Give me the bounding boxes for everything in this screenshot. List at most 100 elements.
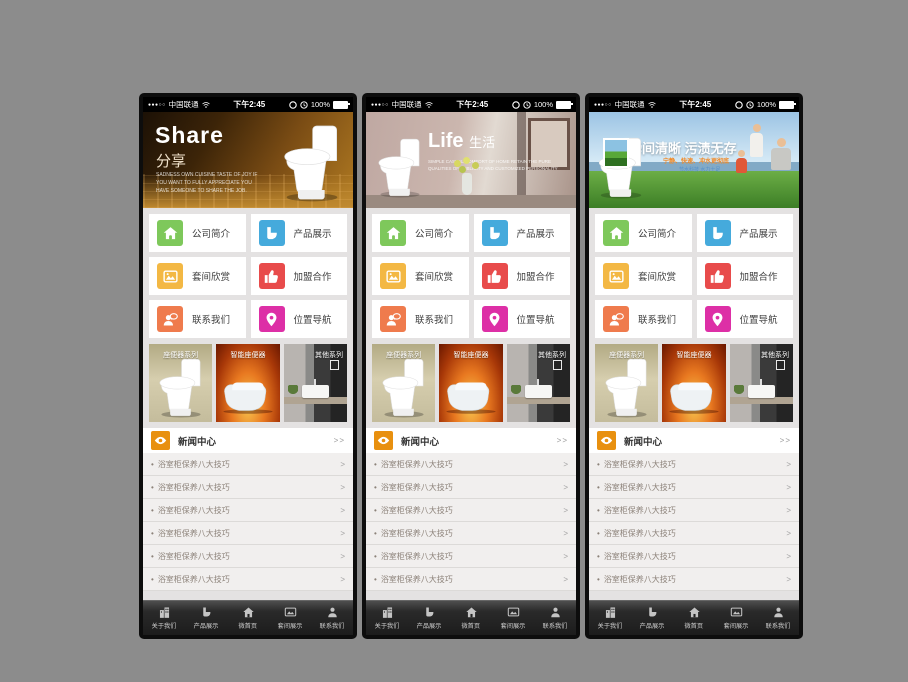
menu-item-products[interactable]: 产品展示 xyxy=(251,214,348,252)
eye-icon xyxy=(151,431,170,450)
phone-1: ●●●○○ 中国联通 下午2:45 100% Share 分享 SADNESS … xyxy=(139,93,357,639)
product-carousel: 座便器系列 智能座便器 其他系列 xyxy=(366,344,576,428)
news-item[interactable]: •浴室柜保养八大技巧> xyxy=(589,499,799,522)
tab-about-us[interactable]: 关于我们 xyxy=(589,601,631,635)
tab-products[interactable]: 产品展示 xyxy=(185,601,227,635)
carousel-label: 座便器系列 xyxy=(149,350,212,360)
tab-label: 联系我们 xyxy=(320,620,345,630)
phone-2-screen: ●●●○○ 中国联通 下午2:45 100% Life 生活 SIMPLE CA… xyxy=(366,97,576,635)
news-item[interactable]: •浴室柜保养八大技巧> xyxy=(143,476,353,499)
tab-contact-us[interactable]: 联系我们 xyxy=(311,601,353,635)
news-item-title: 浴室柜保养八大技巧 xyxy=(158,551,341,562)
news-header-title: 新闻中心 xyxy=(401,434,549,448)
plant-image xyxy=(511,385,521,397)
news-item-title: 浴室柜保养八大技巧 xyxy=(381,482,564,493)
news-item[interactable]: •浴室柜保养八大技巧> xyxy=(589,545,799,568)
tab-suite-gallery[interactable]: 套间展示 xyxy=(492,601,534,635)
tab-contact-us[interactable]: 联系我们 xyxy=(757,601,799,635)
status-bar: ●●●○○ 中国联通 下午2:45 100% xyxy=(589,97,799,112)
counter-image xyxy=(730,397,793,404)
menu-item-franchise[interactable]: 加盟合作 xyxy=(697,257,794,295)
phone-mockup-row: ●●●○○ 中国联通 下午2:45 100% Share 分享 SADNESS … xyxy=(139,93,803,639)
news-item[interactable]: •浴室柜保养八大技巧> xyxy=(366,499,576,522)
news-more-link[interactable]: >> xyxy=(780,436,791,445)
phone-3-screen: ●●●○○ 中国联通 下午2:45 100% 瞬间清晰 污渍无存 宁静、快速、冲… xyxy=(589,97,799,635)
tab-micro-home[interactable]: 微首页 xyxy=(227,601,269,635)
carousel-item-toilet-series[interactable]: 座便器系列 xyxy=(149,344,212,422)
bottom-tab-bar: 关于我们 产品展示 微首页 套间展示 联系我们 xyxy=(589,600,799,635)
carousel-item-smart-toilet[interactable]: 智能座便器 xyxy=(662,344,725,422)
smart-toilet-image xyxy=(443,380,499,414)
carousel-item-toilet-series[interactable]: 座便器系列 xyxy=(595,344,658,422)
menu-item-company-profile[interactable]: 公司简介 xyxy=(149,214,246,252)
carousel-item-toilet-series[interactable]: 座便器系列 xyxy=(372,344,435,422)
menu-item-company-profile[interactable]: 公司简介 xyxy=(372,214,469,252)
menu-item-suites[interactable]: 套间欣赏 xyxy=(149,257,246,295)
carousel-label: 智能座便器 xyxy=(662,350,725,360)
news-item[interactable]: •浴室柜保养八大技巧> xyxy=(143,545,353,568)
tab-micro-home[interactable]: 微首页 xyxy=(450,601,492,635)
menu-item-suites[interactable]: 套间欣赏 xyxy=(372,257,469,295)
news-item[interactable]: •浴室柜保养八大技巧> xyxy=(589,568,799,591)
news-item[interactable]: •浴室柜保养八大技巧> xyxy=(366,568,576,591)
menu-item-navigation[interactable]: 位置导航 xyxy=(474,300,571,338)
phone-2: ●●●○○ 中国联通 下午2:45 100% Life 生活 SIMPLE CA… xyxy=(362,93,580,639)
menu-item-products[interactable]: 产品展示 xyxy=(474,214,571,252)
banner-share[interactable]: Share 分享 SADNESS OWN CUISINE TASTE OF JO… xyxy=(143,112,353,208)
news-item[interactable]: •浴室柜保养八大技巧> xyxy=(366,476,576,499)
home-icon xyxy=(603,220,629,246)
news-more-link[interactable]: >> xyxy=(557,436,568,445)
orientation-lock-icon xyxy=(735,101,743,109)
news-item[interactable]: •浴室柜保养八大技巧> xyxy=(589,453,799,476)
news-item[interactable]: •浴室柜保养八大技巧> xyxy=(143,499,353,522)
carousel-item-other-series[interactable]: 其他系列 xyxy=(284,344,347,422)
banner-outdoor[interactable]: 瞬间清晰 污渍无存 宁静、快速、冲水更彻底 节水科技 水力十足 xyxy=(589,112,799,208)
news-more-link[interactable]: >> xyxy=(334,436,345,445)
counter-image xyxy=(507,397,570,404)
carousel-item-other-series[interactable]: 其他系列 xyxy=(507,344,570,422)
news-item[interactable]: •浴室柜保养八大技巧> xyxy=(366,522,576,545)
tab-label: 产品展示 xyxy=(417,620,442,630)
tab-about-us[interactable]: 关于我们 xyxy=(366,601,408,635)
menu-item-franchise[interactable]: 加盟合作 xyxy=(251,257,348,295)
news-item[interactable]: •浴室柜保养八大技巧> xyxy=(589,476,799,499)
menu-item-contact[interactable]: 联系我们 xyxy=(149,300,246,338)
news-item[interactable]: •浴室柜保养八大技巧> xyxy=(143,568,353,591)
tab-products[interactable]: 产品展示 xyxy=(408,601,450,635)
tab-contact-us[interactable]: 联系我们 xyxy=(534,601,576,635)
menu-item-navigation[interactable]: 位置导航 xyxy=(697,300,794,338)
banner-life[interactable]: Life 生活 SIMPLE CASUAL COMFORT OF HOME RE… xyxy=(366,112,576,208)
menu-item-company-profile[interactable]: 公司简介 xyxy=(595,214,692,252)
news-item[interactable]: •浴室柜保养八大技巧> xyxy=(143,453,353,476)
tab-about-us[interactable]: 关于我们 xyxy=(143,601,185,635)
carousel-item-smart-toilet[interactable]: 智能座便器 xyxy=(216,344,279,422)
news-header: 新闻中心 >> xyxy=(143,428,353,453)
building-icon xyxy=(381,606,394,618)
menu-item-contact[interactable]: 联系我们 xyxy=(595,300,692,338)
toilet-icon xyxy=(259,220,285,246)
news-item[interactable]: •浴室柜保养八大技巧> xyxy=(143,522,353,545)
menu-item-franchise[interactable]: 加盟合作 xyxy=(474,257,571,295)
menu-item-navigation[interactable]: 位置导航 xyxy=(251,300,348,338)
menu-item-suites[interactable]: 套间欣赏 xyxy=(595,257,692,295)
toilet-landscape-print xyxy=(603,138,629,168)
news-item[interactable]: •浴室柜保养八大技巧> xyxy=(366,453,576,476)
tab-suite-gallery[interactable]: 套间展示 xyxy=(269,601,311,635)
toilet-icon xyxy=(646,606,659,618)
home-icon xyxy=(688,606,701,618)
series-mark-icon xyxy=(330,360,339,370)
gallery-icon xyxy=(603,263,629,289)
carousel-item-smart-toilet[interactable]: 智能座便器 xyxy=(439,344,502,422)
carousel-label: 其他系列 xyxy=(761,350,793,360)
menu-item-products[interactable]: 产品展示 xyxy=(697,214,794,252)
tab-suite-gallery[interactable]: 套间展示 xyxy=(715,601,757,635)
carousel-item-other-series[interactable]: 其他系列 xyxy=(730,344,793,422)
bullet: • xyxy=(151,506,154,515)
menu-item-contact[interactable]: 联系我们 xyxy=(372,300,469,338)
thumbs-up-icon xyxy=(259,263,285,289)
tab-label: 套间展示 xyxy=(501,620,526,630)
news-item[interactable]: •浴室柜保养八大技巧> xyxy=(589,522,799,545)
tab-products[interactable]: 产品展示 xyxy=(631,601,673,635)
tab-micro-home[interactable]: 微首页 xyxy=(673,601,715,635)
news-item[interactable]: •浴室柜保养八大技巧> xyxy=(366,545,576,568)
